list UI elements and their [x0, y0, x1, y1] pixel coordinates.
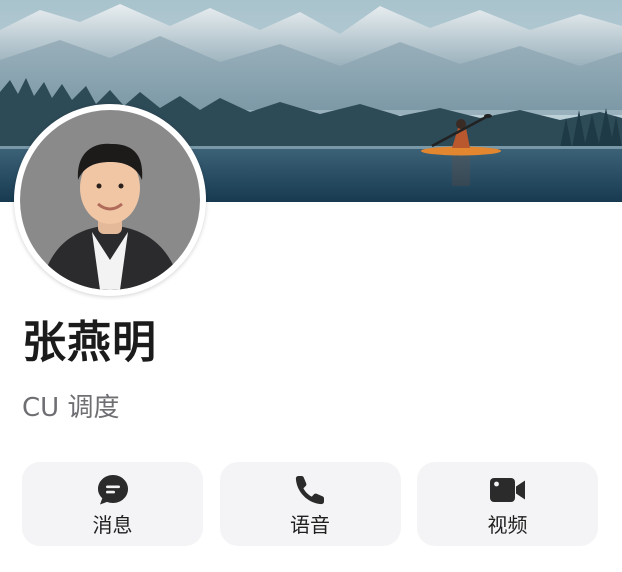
video-call-label: 视频 [487, 513, 528, 537]
avatar-photo [20, 110, 200, 290]
message-button[interactable]: 消息 [22, 462, 203, 546]
action-bar: 消息 语音 视频 [22, 462, 598, 546]
message-icon [94, 472, 132, 508]
phone-icon [291, 472, 329, 508]
avatar[interactable] [14, 104, 206, 296]
video-camera-icon [489, 472, 527, 508]
profile-subtitle: CU 调度 [22, 393, 120, 423]
message-label: 消息 [92, 513, 133, 537]
profile-name: 张燕明 [22, 317, 157, 368]
voice-call-button[interactable]: 语音 [219, 462, 401, 546]
voice-call-label: 语音 [290, 513, 330, 537]
video-call-button[interactable]: 视频 [417, 462, 598, 546]
